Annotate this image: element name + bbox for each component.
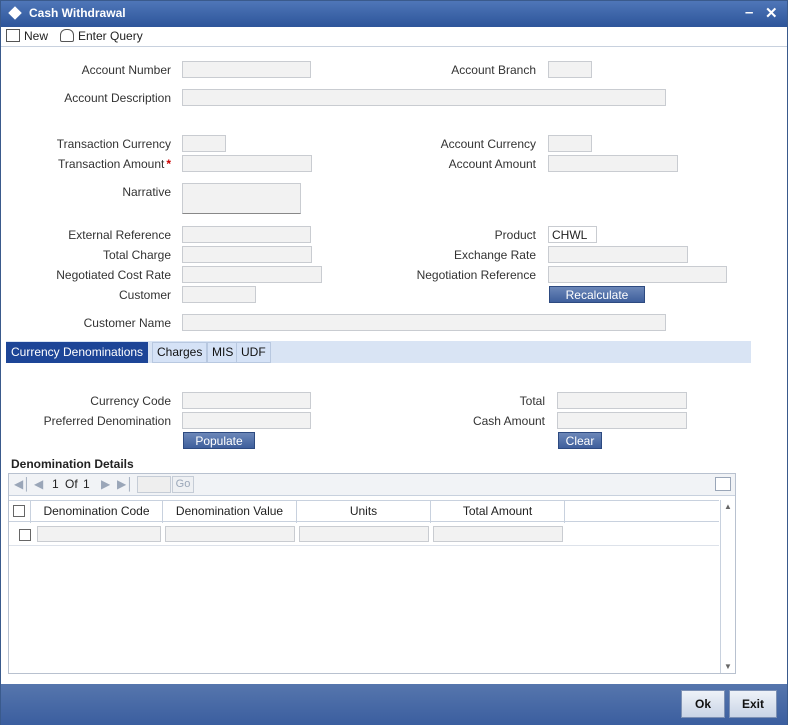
total-field[interactable] [557, 392, 687, 409]
total-charge-field[interactable] [182, 246, 312, 263]
transaction-currency-field[interactable] [182, 135, 226, 152]
clear-button[interactable]: Clear [558, 432, 602, 449]
customer-name-label: Customer Name [83, 316, 171, 330]
select-all-cell [9, 501, 31, 523]
go-button[interactable]: Go [172, 476, 194, 493]
select-all-checkbox[interactable] [13, 505, 25, 517]
tab-currency-denominations[interactable]: Currency Denominations [6, 342, 149, 363]
window-diamond-icon [8, 6, 22, 20]
grid-options-icon[interactable] [715, 477, 731, 491]
currency-code-label: Currency Code [90, 394, 171, 408]
transaction-amount-text: Transaction Amount [58, 157, 165, 171]
tab-charges[interactable]: Charges [152, 342, 208, 363]
title-bar: Cash Withdrawal – ✕ [1, 1, 787, 27]
customer-field[interactable] [182, 286, 256, 303]
account-branch-label: Account Branch [451, 63, 536, 77]
col-total-amount[interactable]: Total Amount [431, 501, 565, 523]
product-label: Product [494, 228, 536, 242]
populate-button[interactable]: Populate [183, 432, 255, 449]
account-amount-field[interactable] [548, 155, 678, 172]
customer-label: Customer [118, 288, 171, 302]
total-amount-cell[interactable] [433, 526, 563, 542]
customer-name-field[interactable] [182, 314, 666, 331]
tab-udf[interactable]: UDF [236, 342, 271, 363]
account-amount-label: Account Amount [448, 157, 536, 171]
table-row [9, 522, 719, 546]
account-currency-field[interactable] [548, 135, 592, 152]
account-number-label: Account Number [81, 63, 171, 77]
external-reference-label: External Reference [68, 228, 171, 242]
prev-page-icon[interactable]: ◀ [34, 477, 43, 491]
exit-button[interactable]: Exit [729, 690, 777, 718]
new-button[interactable]: New [6, 29, 48, 43]
denomination-details-title: Denomination Details [11, 457, 134, 471]
negotiated-cost-rate-field[interactable] [182, 266, 322, 283]
negotiation-reference-field[interactable] [548, 266, 727, 283]
units-cell[interactable] [299, 526, 429, 542]
close-icon[interactable]: ✕ [765, 4, 778, 22]
page-number-input[interactable] [137, 476, 171, 493]
account-currency-label: Account Currency [440, 137, 536, 151]
scroll-up-icon[interactable]: ▲ [724, 502, 732, 511]
last-page-icon[interactable]: ▶│ [117, 477, 134, 491]
minimize-icon[interactable]: – [745, 4, 753, 21]
tab-bar: Currency Denominations Charges MIS UDF [6, 341, 751, 363]
total-charge-label: Total Charge [102, 248, 171, 262]
account-branch-field[interactable] [548, 61, 592, 78]
row-checkbox[interactable] [19, 529, 31, 541]
narrative-textarea[interactable] [182, 183, 301, 214]
toolbar: New Enter Query [1, 27, 787, 47]
enter-query-label: Enter Query [78, 29, 143, 43]
preferred-denomination-label: Preferred Denomination [43, 414, 171, 428]
negotiation-reference-label: Negotiation Reference [416, 268, 536, 282]
page-current: 1 [52, 477, 59, 491]
account-number-field[interactable] [182, 61, 311, 78]
database-query-icon [60, 29, 74, 42]
window-title: Cash Withdrawal [29, 6, 126, 20]
cash-amount-field[interactable] [557, 412, 687, 429]
col-denomination-value[interactable]: Denomination Value [163, 501, 297, 523]
enter-query-button[interactable]: Enter Query [60, 29, 143, 43]
product-field[interactable]: CHWL [548, 226, 597, 243]
ok-button[interactable]: Ok [681, 690, 725, 718]
external-reference-field[interactable] [182, 226, 311, 243]
exchange-rate-label: Exchange Rate [453, 248, 536, 262]
new-document-icon [6, 29, 20, 42]
page-total: 1 [83, 477, 90, 491]
total-label: Total [519, 394, 545, 408]
col-denomination-code[interactable]: Denomination Code [31, 501, 163, 523]
narrative-label: Narrative [122, 185, 171, 199]
tab-mis[interactable]: MIS [207, 342, 239, 363]
exchange-rate-field[interactable] [548, 246, 688, 263]
denomination-grid: ◀│ ◀ 1 Of 1 ▶ ▶│ Go Denomination Code De… [8, 473, 736, 674]
page-of: Of [65, 477, 78, 491]
denomination-code-cell[interactable] [37, 526, 161, 542]
negotiated-cost-rate-label: Negotiated Cost Rate [56, 268, 171, 282]
transaction-amount-field[interactable] [182, 155, 312, 172]
cash-withdrawal-window: Cash Withdrawal – ✕ New Enter Query Acco… [0, 0, 788, 725]
grid-scrollbar[interactable]: ▲ ▼ [720, 500, 735, 673]
preferred-denomination-field[interactable] [182, 412, 311, 429]
next-page-icon[interactable]: ▶ [101, 477, 110, 491]
new-label: New [24, 29, 49, 43]
transaction-amount-label: Transaction Amount * [31, 157, 171, 171]
account-description-label: Account Description [64, 91, 171, 105]
col-units[interactable]: Units [297, 501, 431, 523]
required-mark: * [166, 157, 171, 171]
footer-bar: Ok Exit [1, 684, 787, 725]
grid-pager: ◀│ ◀ 1 Of 1 ▶ ▶│ Go [9, 474, 735, 496]
cash-amount-label: Cash Amount [472, 414, 545, 428]
scroll-down-icon[interactable]: ▼ [724, 662, 732, 671]
grid-header: Denomination Code Denomination Value Uni… [9, 500, 719, 523]
denomination-value-cell[interactable] [165, 526, 295, 542]
transaction-currency-label: Transaction Currency [56, 137, 171, 151]
currency-code-field[interactable] [182, 392, 311, 409]
account-description-field[interactable] [182, 89, 666, 106]
first-page-icon[interactable]: ◀│ [14, 477, 31, 491]
recalculate-button[interactable]: Recalculate [549, 286, 645, 303]
